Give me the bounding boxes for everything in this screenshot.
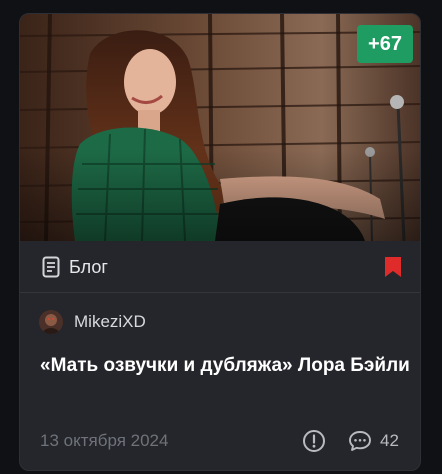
- comments-button[interactable]: 42: [348, 429, 399, 453]
- document-icon: [42, 256, 60, 278]
- category-label: Блог: [69, 256, 108, 277]
- rating-badge[interactable]: +67: [357, 25, 413, 63]
- exclamation-circle-icon[interactable]: [302, 429, 326, 453]
- post-date: 13 октября 2024: [40, 431, 169, 450]
- bookmark-icon[interactable]: [384, 256, 402, 278]
- avatar-image: [39, 310, 63, 334]
- post-meta-bar: Блог: [20, 241, 420, 293]
- author-name[interactable]: MikeziXD: [74, 312, 146, 332]
- comment-bubble-icon: [349, 431, 371, 451]
- cover-image[interactable]: +67: [20, 14, 420, 241]
- category-link[interactable]: Блог: [42, 254, 108, 280]
- post-footer: 13 октября 2024 42: [40, 429, 402, 455]
- author[interactable]: MikeziXD: [39, 310, 146, 334]
- post-title[interactable]: «Мать озвучки и дубляжа» Лора Бэйли: [40, 351, 410, 381]
- avatar[interactable]: [39, 310, 63, 334]
- comments-count: 42: [380, 431, 399, 450]
- post-card[interactable]: +67 Блог MikeziXD «Мать озвучки и дубляж…: [19, 13, 421, 471]
